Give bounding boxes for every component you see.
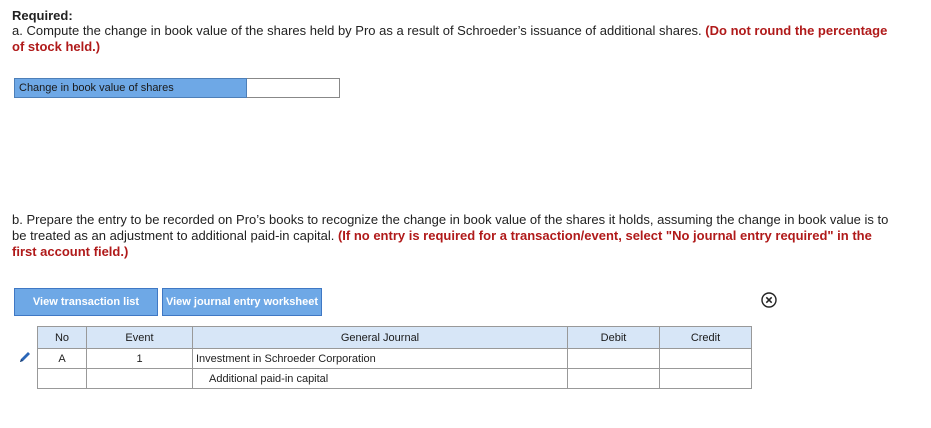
change-book-value-label: Change in book value of shares bbox=[14, 78, 247, 98]
change-book-value-row: Change in book value of shares bbox=[14, 78, 340, 98]
pencil-edit-icon[interactable] bbox=[18, 350, 32, 364]
debit-cell[interactable] bbox=[567, 348, 660, 369]
part-a-text: a. Compute the change in book value of t… bbox=[12, 23, 702, 38]
header-debit: Debit bbox=[567, 326, 660, 349]
part-a-instructions: a. Compute the change in book value of t… bbox=[12, 23, 892, 55]
account-name: Additional paid-in capital bbox=[209, 372, 329, 385]
account-cell[interactable]: Investment in Schroeder Corporation bbox=[192, 348, 568, 369]
credit-cell[interactable] bbox=[659, 368, 752, 389]
credit-cell[interactable] bbox=[659, 348, 752, 369]
journal-header-row: No Event General Journal Debit Credit bbox=[37, 326, 752, 349]
header-general-journal: General Journal bbox=[192, 326, 568, 349]
account-name: Investment in Schroeder Corporation bbox=[196, 352, 376, 365]
row-event-cell: 1 bbox=[86, 348, 193, 369]
journal-entry-table: No Event General Journal Debit Credit A … bbox=[37, 326, 752, 389]
table-row: Additional paid-in capital bbox=[37, 368, 752, 389]
part-b-instructions: b. Prepare the entry to be recorded on P… bbox=[12, 212, 892, 260]
view-transaction-list-button[interactable]: View transaction list bbox=[14, 288, 158, 316]
required-heading: Required: bbox=[12, 8, 73, 23]
table-row: A 1 Investment in Schroeder Corporation bbox=[37, 348, 752, 369]
close-circle-icon[interactable] bbox=[761, 292, 777, 308]
account-cell[interactable]: Additional paid-in capital bbox=[192, 368, 568, 389]
header-credit: Credit bbox=[659, 326, 752, 349]
header-event: Event bbox=[86, 326, 193, 349]
header-no: No bbox=[37, 326, 87, 349]
row-event-cell bbox=[86, 368, 193, 389]
row-no-cell: A bbox=[37, 348, 87, 369]
row-no-cell bbox=[37, 368, 87, 389]
view-journal-worksheet-button[interactable]: View journal entry worksheet bbox=[162, 288, 322, 316]
change-book-value-input[interactable] bbox=[247, 78, 340, 98]
debit-cell[interactable] bbox=[567, 368, 660, 389]
